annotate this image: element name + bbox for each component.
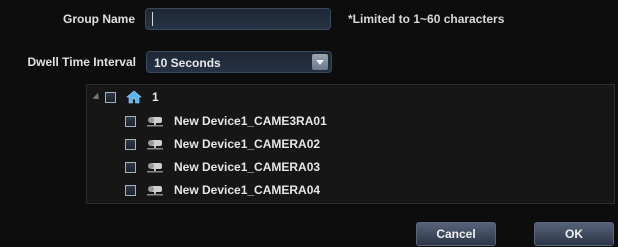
camera-icon xyxy=(146,161,164,173)
tree-item-camera-03[interactable]: New Device1_CAMERA03 xyxy=(125,157,320,177)
group-name-label: Group Name xyxy=(62,12,135,26)
dwell-time-value: 10 Seconds xyxy=(154,56,221,70)
tree-item-camera-04[interactable]: New Device1_CAMERA04 xyxy=(125,180,320,200)
tree-root-label: 1 xyxy=(152,90,159,104)
tree-root-row[interactable]: 1 xyxy=(92,87,159,107)
dwell-time-select[interactable]: 10 Seconds xyxy=(146,51,332,73)
camera-icon xyxy=(146,184,164,196)
dwell-time-label: Dwell Time Interval xyxy=(27,55,137,69)
chevron-down-icon[interactable] xyxy=(312,54,328,70)
camera-04-label: New Device1_CAMERA04 xyxy=(174,183,321,197)
camera-03-checkbox[interactable] xyxy=(125,161,136,173)
camera-01-checkbox[interactable] xyxy=(125,115,136,127)
group-name-hint: *Limited to 1~60 characters xyxy=(348,12,505,26)
camera-icon xyxy=(146,115,164,127)
camera-04-checkbox[interactable] xyxy=(125,184,136,196)
text-cursor xyxy=(152,12,153,26)
camera-icon xyxy=(146,138,164,150)
camera-03-label: New Device1_CAMERA03 xyxy=(174,160,321,174)
group-name-input[interactable] xyxy=(145,8,331,30)
camera-01-label: New Device1_CAME3RA01 xyxy=(174,114,327,128)
cancel-button[interactable]: Cancel xyxy=(416,222,496,246)
ok-button[interactable]: OK xyxy=(534,222,614,246)
home-icon xyxy=(126,90,142,104)
tree-root-checkbox[interactable] xyxy=(105,91,116,103)
tree-item-camera-01[interactable]: New Device1_CAME3RA01 xyxy=(125,111,327,131)
device-tree[interactable]: 1 New Device1_CAME3RA01 New Device1_CAME… xyxy=(86,84,615,204)
camera-02-label: New Device1_CAMERA02 xyxy=(174,137,321,151)
camera-02-checkbox[interactable] xyxy=(125,138,136,150)
tree-item-camera-02[interactable]: New Device1_CAMERA02 xyxy=(125,134,320,154)
expand-arrow-icon[interactable] xyxy=(92,92,102,103)
